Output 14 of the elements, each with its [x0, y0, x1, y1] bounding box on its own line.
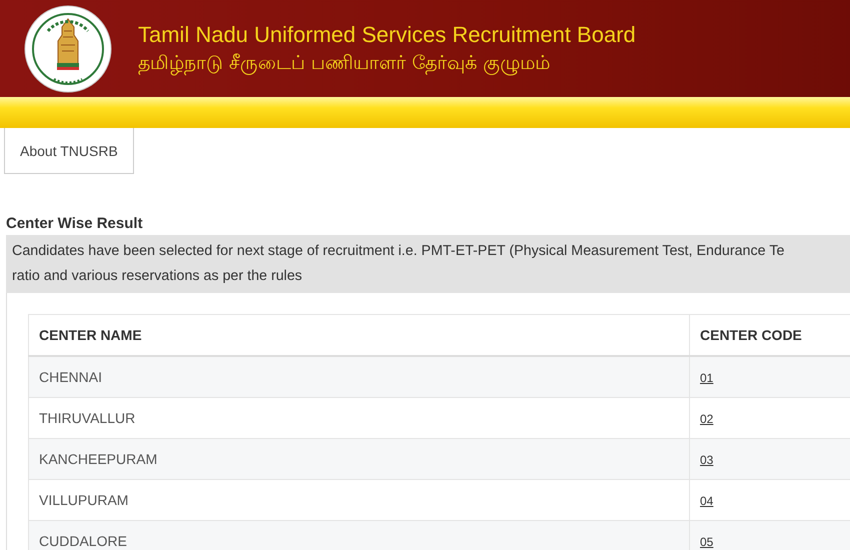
notice-text: Candidates have been selected for next stage of recruitment i.e. PMT-ET-PET (Physical Measurement Test, Endurance Te ratio and various reservations as per the rules	[6, 235, 850, 293]
table-cell: CUDDALORE	[28, 520, 690, 550]
emblem-icon	[24, 4, 112, 92]
code-link[interactable]: 01	[700, 371, 714, 385]
section-heading: Center Wise Result	[6, 215, 144, 234]
code-link[interactable]: 05	[700, 535, 714, 549]
code-link[interactable]: 03	[700, 453, 714, 467]
site-subtitle: தமிழ்நாடு சீருடைப் பணியாளர் தேர்வுக் குழுமம்	[138, 52, 552, 76]
code-link[interactable]: 04	[700, 494, 714, 508]
site-title: Tamil Nadu Uniformed Services Recruitment Board	[138, 22, 636, 48]
code-link[interactable]: 02	[700, 412, 714, 426]
nav-tab[interactable]: About TNUSRB	[4, 128, 134, 174]
table-cell: KANCHEEPURAM	[28, 438, 690, 480]
table-cell: CHENNAI	[28, 356, 690, 398]
